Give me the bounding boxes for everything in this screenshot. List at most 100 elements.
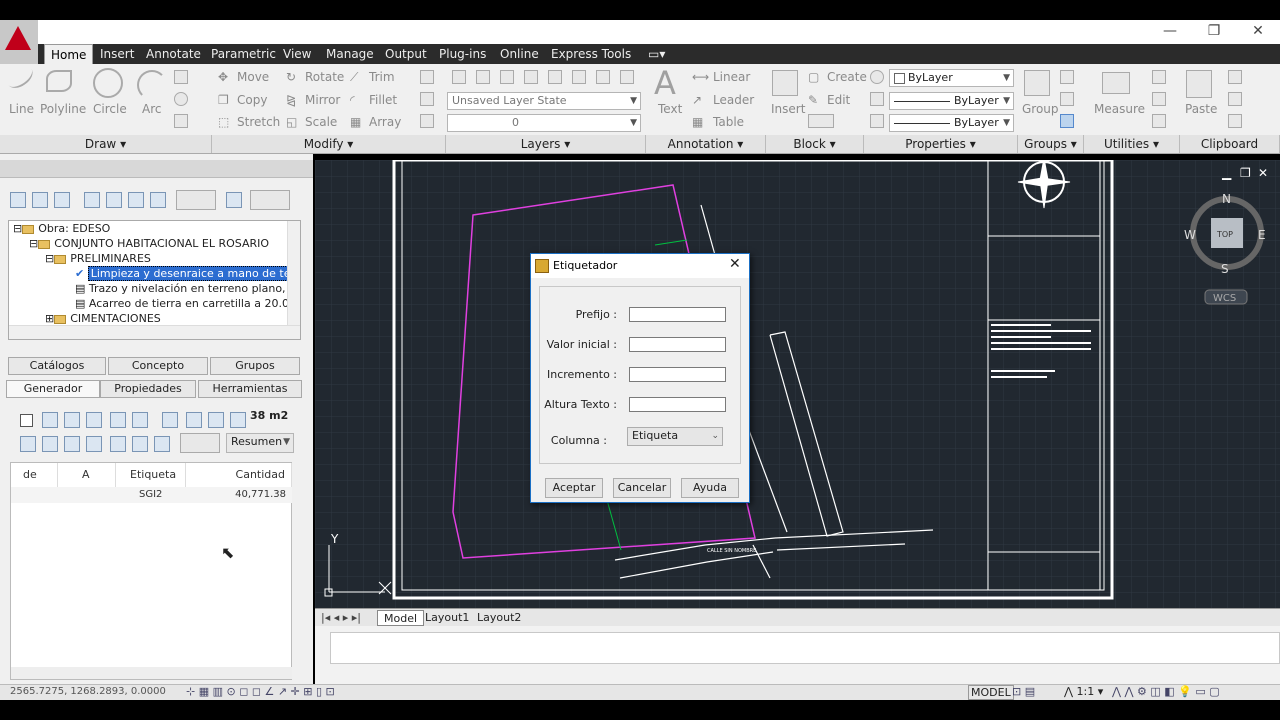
tab-annotate[interactable]: Annotate bbox=[140, 44, 207, 64]
viewport-restore-icon[interactable]: ❐ bbox=[1240, 166, 1251, 180]
drafting-settings-icons[interactable]: ⊹ ▦ ▥ ⊙ ◻ ◻ ∠ ↗ ✛ ⊞ ▯ ⊡ bbox=[186, 685, 335, 698]
tab-propiedades[interactable]: Propiedades bbox=[100, 380, 196, 398]
view-select[interactable]: Resumen ▼ bbox=[226, 433, 294, 453]
linetype-select[interactable]: ByLayer ▼ bbox=[889, 92, 1014, 110]
grid-header-cantidad[interactable]: Cantidad bbox=[186, 463, 292, 487]
brush-icon[interactable] bbox=[128, 192, 144, 208]
tree-horizontal-scrollbar[interactable] bbox=[9, 325, 300, 339]
select-checkbox[interactable] bbox=[20, 414, 33, 427]
tab-layout2[interactable]: Layout2 bbox=[471, 610, 527, 626]
tab-layout1[interactable]: Layout1 bbox=[419, 610, 475, 626]
export-dropdown-button[interactable] bbox=[250, 190, 290, 210]
viewport-close-icon[interactable]: ✕ bbox=[1258, 166, 1268, 180]
rotate-button[interactable]: Rotate bbox=[305, 70, 344, 84]
tab-plugins[interactable]: Plug-ins bbox=[433, 44, 492, 64]
filter-icon[interactable] bbox=[54, 192, 70, 208]
panel-utilities[interactable]: Utilities ▾ bbox=[1084, 135, 1180, 153]
tab-generador[interactable]: Generador bbox=[6, 380, 100, 398]
line-button[interactable]: Line bbox=[9, 102, 34, 116]
aceptar-button[interactable]: Aceptar bbox=[545, 478, 603, 498]
edit-note-icon[interactable] bbox=[208, 412, 224, 428]
model-space-viewport[interactable]: CALLE SIN NOMBRE Y N S E W TOP WCS ▁ ❐ ✕ bbox=[315, 157, 1280, 608]
paste-button[interactable]: Paste bbox=[1185, 102, 1217, 116]
polyline-button[interactable]: Polyline bbox=[40, 102, 86, 116]
tree-node-concept-2[interactable]: ▤ Trazo y nivelación en terreno plano, u… bbox=[75, 282, 300, 295]
match-icon[interactable] bbox=[1228, 114, 1242, 128]
ellipse-icon[interactable] bbox=[174, 92, 188, 106]
viewcube-east[interactable]: E bbox=[1258, 228, 1266, 242]
layer-properties-icon[interactable] bbox=[452, 70, 466, 84]
tab-insert[interactable]: Insert bbox=[94, 44, 140, 64]
annotation-scale[interactable]: ⋀ 1:1 ▾ bbox=[1064, 685, 1103, 698]
panel-draw[interactable]: Draw ▾ bbox=[0, 135, 212, 153]
layer-isolate-icon[interactable] bbox=[500, 70, 514, 84]
tab-herramientas[interactable]: Herramientas bbox=[198, 380, 302, 398]
explode-icon[interactable] bbox=[420, 92, 434, 106]
leader-button[interactable]: Leader bbox=[713, 93, 754, 107]
viewcube-top[interactable]: TOP bbox=[1216, 230, 1233, 239]
panel-block[interactable]: Block ▾ bbox=[766, 135, 864, 153]
application-menu-button[interactable] bbox=[0, 20, 38, 64]
tools-dropdown-button[interactable] bbox=[180, 433, 220, 453]
clear-rows-icon[interactable] bbox=[86, 436, 102, 452]
panel-layers[interactable]: Layers ▾ bbox=[446, 135, 646, 153]
table-row[interactable]: SGI2 40,771.38 bbox=[11, 487, 292, 503]
color-select[interactable]: ByLayer ▼ bbox=[889, 69, 1014, 87]
measure-button[interactable]: Measure bbox=[1094, 102, 1145, 116]
erase-icon[interactable] bbox=[420, 70, 434, 84]
dialog-close-icon[interactable]: ✕ bbox=[729, 256, 741, 272]
grid-header-etiqueta[interactable]: Etiqueta bbox=[116, 463, 186, 487]
tab-concepto[interactable]: Concepto bbox=[108, 357, 208, 375]
layer-off-icon[interactable] bbox=[476, 70, 490, 84]
tab-output[interactable]: Output bbox=[379, 44, 433, 64]
copy-dropdown-button[interactable] bbox=[176, 190, 216, 210]
insert-button[interactable]: Insert bbox=[771, 102, 805, 116]
linear-button[interactable]: Linear bbox=[713, 70, 750, 84]
import-icon[interactable] bbox=[64, 412, 80, 428]
dialog-titlebar[interactable]: Etiquetador ✕ bbox=[531, 254, 749, 278]
tree-node-obra[interactable]: ⊟ Obra: EDESO bbox=[13, 222, 110, 235]
grid-horizontal-scrollbar[interactable] bbox=[11, 667, 292, 679]
tree-edit-icon[interactable] bbox=[132, 412, 148, 428]
refresh-icon[interactable] bbox=[154, 436, 170, 452]
spreadsheet-icon[interactable] bbox=[110, 436, 126, 452]
arc-button[interactable]: Arc bbox=[142, 102, 161, 116]
panel-properties[interactable]: Properties ▾ bbox=[864, 135, 1018, 153]
layer-previous-icon[interactable] bbox=[596, 70, 610, 84]
stretch-button[interactable]: Stretch bbox=[237, 115, 280, 129]
cut-icon[interactable] bbox=[1228, 70, 1242, 84]
altura-texto-input[interactable] bbox=[629, 397, 726, 412]
ungroup-icon[interactable] bbox=[1060, 70, 1074, 84]
lineweight-select[interactable]: ByLayer ▼ bbox=[889, 114, 1014, 132]
panel-groups[interactable]: Groups ▾ bbox=[1018, 135, 1084, 153]
cancelar-button[interactable]: Cancelar bbox=[613, 478, 671, 498]
block-attribute-icon[interactable] bbox=[808, 114, 834, 128]
palette-titlebar[interactable] bbox=[0, 160, 313, 178]
array-button[interactable]: Array bbox=[369, 115, 401, 129]
ribbon-options-icon[interactable]: ▭▾ bbox=[642, 44, 671, 64]
paste-rows-icon[interactable] bbox=[42, 436, 58, 452]
prefijo-input[interactable] bbox=[629, 307, 726, 322]
tab-model[interactable]: Model bbox=[377, 610, 425, 626]
valor-inicial-input[interactable] bbox=[629, 337, 726, 352]
tree-node-concept-3[interactable]: ▤ Acarreo de tierra en carretilla a 20.0… bbox=[75, 297, 300, 310]
panel-clipboard[interactable]: Clipboard bbox=[1180, 135, 1280, 153]
viewcube-north[interactable]: N bbox=[1222, 192, 1231, 206]
swap-icon[interactable] bbox=[150, 192, 166, 208]
panel-modify[interactable]: Modify ▾ bbox=[212, 135, 446, 153]
new-node-icon[interactable] bbox=[10, 192, 26, 208]
export-icon[interactable] bbox=[86, 412, 102, 428]
table-button[interactable]: Table bbox=[713, 115, 744, 129]
pick-object-icon[interactable] bbox=[162, 412, 178, 428]
table-icon[interactable] bbox=[42, 412, 58, 428]
trim-button[interactable]: Trim bbox=[369, 70, 395, 84]
group-button[interactable]: Group bbox=[1022, 102, 1059, 116]
expand-icon[interactable] bbox=[64, 436, 80, 452]
offset-icon[interactable] bbox=[420, 114, 434, 128]
tab-express-tools[interactable]: Express Tools bbox=[545, 44, 637, 64]
match-properties-icon[interactable] bbox=[870, 70, 884, 84]
restore-icon[interactable]: ❐ bbox=[1192, 20, 1236, 42]
tab-grupos[interactable]: Grupos bbox=[210, 357, 300, 375]
layer-select[interactable]: 0 ▼ bbox=[447, 114, 641, 132]
hatch-icon[interactable] bbox=[174, 114, 188, 128]
